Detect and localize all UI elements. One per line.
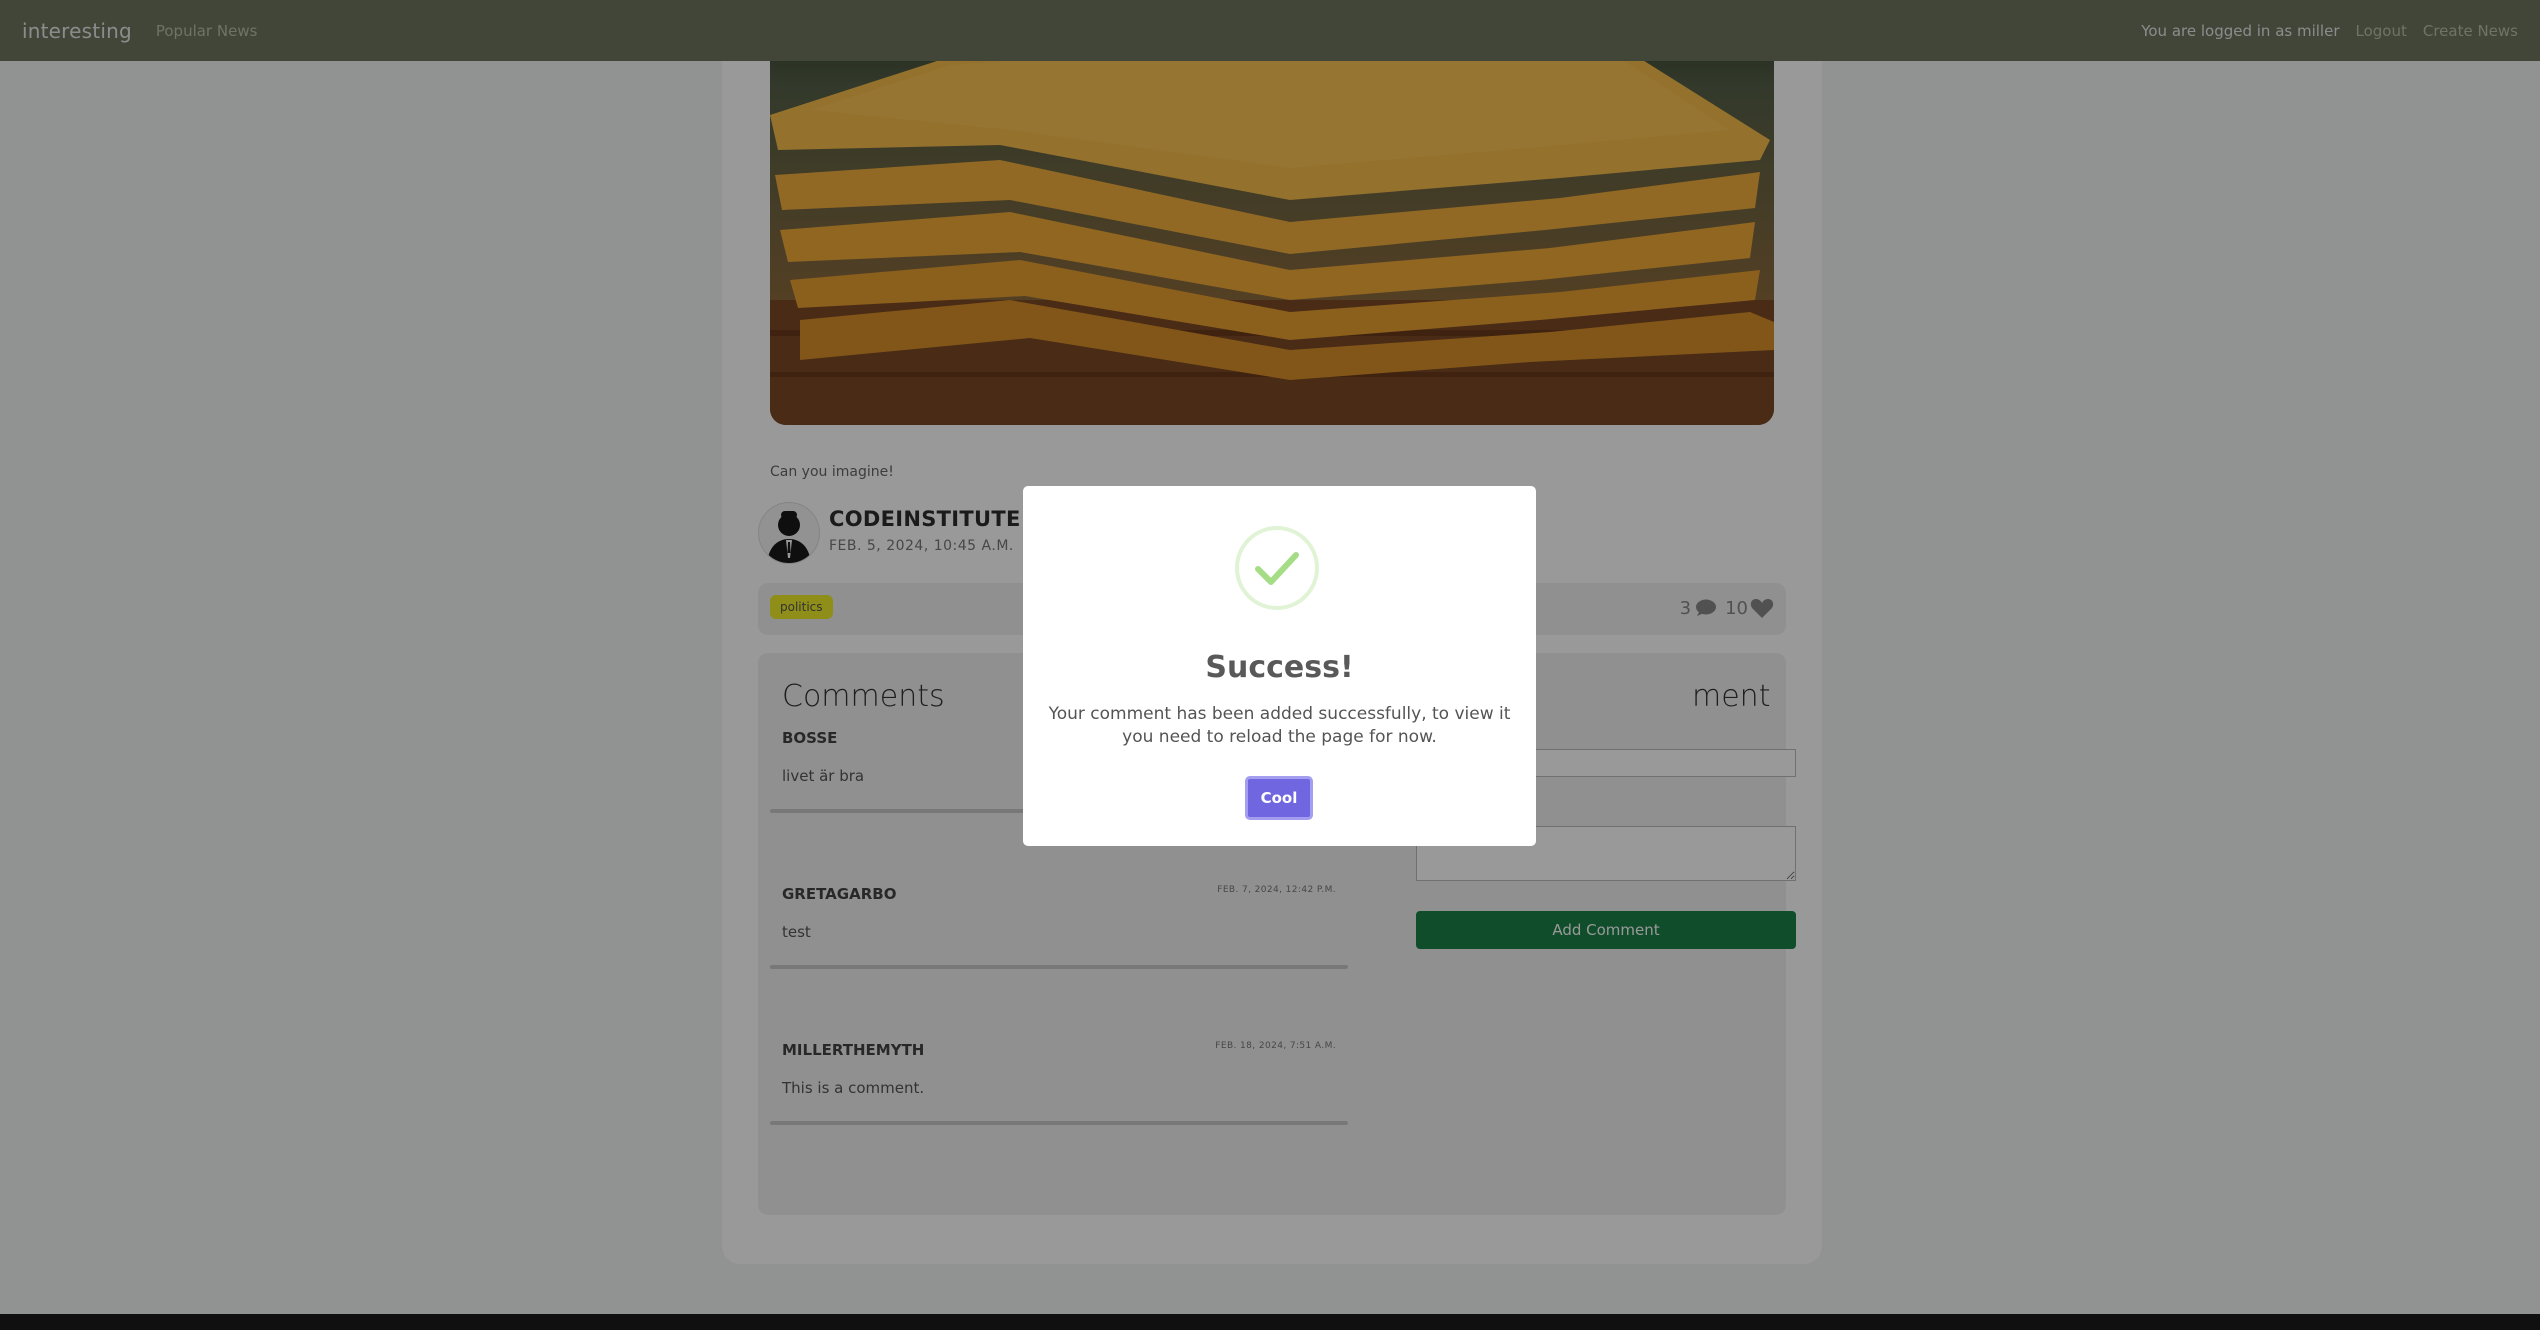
dialog-message: Your comment has been added successfully…	[1048, 704, 1511, 747]
confirm-button[interactable]: Cool	[1245, 776, 1313, 820]
success-check-icon	[1235, 526, 1319, 610]
success-dialog: Success! Your comment has been added suc…	[1023, 486, 1536, 846]
dialog-title: Success!	[1205, 650, 1354, 685]
checkmark-icon	[1255, 552, 1299, 585]
